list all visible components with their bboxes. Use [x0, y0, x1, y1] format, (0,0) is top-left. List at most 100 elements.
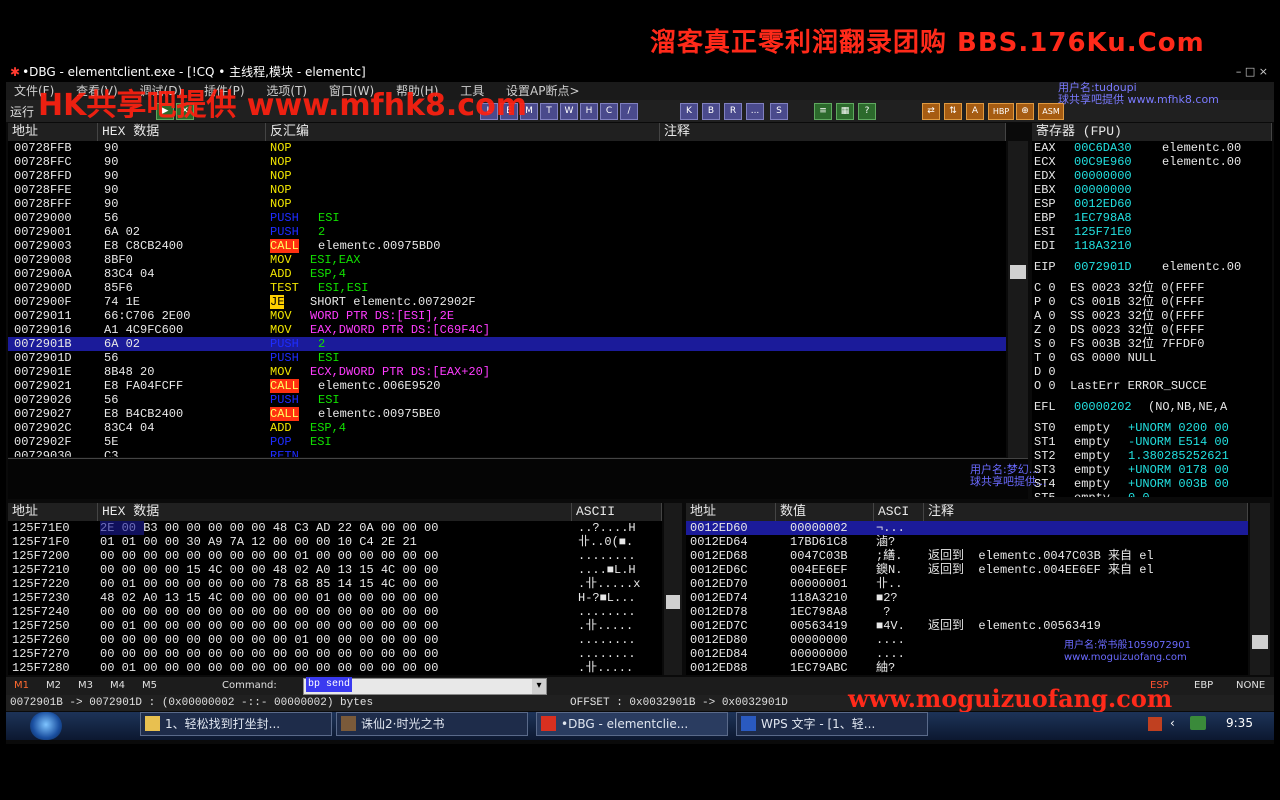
dump-row[interactable]: 125F7250 00 01 00 00 00 00 00 00 00 00 00…	[8, 619, 662, 633]
disasm-row[interactable]: 00729027 E8 B4CB2400 CALL elementc.00975BE0	[8, 407, 1006, 421]
cpu-disassembly-pane[interactable]: 00728FFB 90 NOP 00728FFC 90 NOP 00728FFD 90 NOP 0…	[8, 141, 1006, 457]
clock[interactable]: 9:35	[1226, 716, 1253, 730]
dump-header-address[interactable]: 地址	[8, 503, 98, 521]
ebp-button[interactable]: EBP	[1194, 677, 1213, 695]
disasm-row[interactable]: 00729011 66:C706 2E00 MOV WORD PTR DS:[ESI]…	[8, 309, 1006, 323]
dump-header-hex[interactable]: HEX 数据	[98, 503, 572, 521]
dump-row[interactable]: 125F7200 00 00 00 00 00 00 00 00 00 01 00…	[8, 549, 662, 563]
close-icon[interactable]: ×	[1259, 65, 1268, 78]
register-row[interactable]: EDX 00000000	[1032, 169, 1272, 183]
register-row[interactable]: ECX 00C9E960 elementc.00	[1032, 155, 1272, 169]
dump-row[interactable]: 125F7210 00 00 00 00 15 4C 00 00 48 02 A0…	[8, 563, 662, 577]
plugin-icon-3[interactable]: A	[966, 103, 984, 120]
taskbar-item-folder[interactable]: 1、轻松找到打坐封...	[140, 712, 332, 736]
plugin-icon-2[interactable]: ⇅	[944, 103, 962, 120]
plugin-icon-1[interactable]: ⇄	[922, 103, 940, 120]
dump-row[interactable]: 125F7220 00 01 00 00 00 00 00 00 78 68 85…	[8, 577, 662, 591]
grid-icon[interactable]: ▦	[836, 103, 854, 120]
m3-button[interactable]: M3	[78, 677, 93, 695]
efl-row[interactable]: EFL 00000202 (NO,NB,NE,A	[1032, 400, 1272, 414]
plugin-icon-4[interactable]: ⊕	[1016, 103, 1034, 120]
command-input[interactable]: bp send ▾	[303, 677, 547, 695]
window-controls[interactable]: – □ ×	[1236, 62, 1268, 82]
disasm-row[interactable]: 00729001 6A 02 PUSH 2	[8, 225, 1006, 239]
fpu-row[interactable]: ST2 empty 1.380285252621	[1032, 449, 1272, 463]
toolbar-btn-s[interactable]: S	[770, 103, 788, 120]
eip-row[interactable]: EIP 0072901D elementc.00	[1032, 260, 1272, 274]
minimize-icon[interactable]: –	[1236, 65, 1242, 78]
stack-scroll-thumb[interactable]	[1252, 635, 1268, 649]
dump-row[interactable]: 125F7240 00 00 00 00 00 00 00 00 00 00 00…	[8, 605, 662, 619]
flag-row[interactable]: S 0 FS 003B 32位 7FFDF0	[1034, 337, 1204, 351]
disasm-row[interactable]: 0072902F 5E POP ESI	[8, 435, 1006, 449]
disasm-row[interactable]: 00728FFB 90 NOP	[8, 141, 1006, 155]
disasm-row[interactable]: 0072901E 8B48 20 MOV ECX,DWORD PTR DS:[EAX+…	[8, 365, 1006, 379]
register-row[interactable]: EAX 00C6DA30 elementc.00	[1032, 141, 1272, 155]
disasm-row[interactable]: 00729003 E8 C8CB2400 CALL elementc.00975BD0	[8, 239, 1006, 253]
flag-row[interactable]: P 0 CS 001B 32位 0(FFFF	[1034, 295, 1204, 309]
stack-row[interactable]: 0012ED6C 004EE6EF 鐭N. 返回到 elementc.004EE6EF…	[686, 563, 1248, 577]
m2-button[interactable]: M2	[46, 677, 61, 695]
disasm-row[interactable]: 00729030 C3 RETN	[8, 449, 1006, 457]
disasm-row[interactable]: 0072900D 85F6 TEST ESI,ESI	[8, 281, 1006, 295]
help-icon[interactable]: ?	[858, 103, 876, 120]
m4-button[interactable]: M4	[110, 677, 125, 695]
toolbar-btn-w[interactable]: W	[560, 103, 578, 120]
stack-row[interactable]: 0012ED78 1EC798A8 ?	[686, 605, 1248, 619]
disasm-row[interactable]: 0072901B 6A 02 PUSH 2	[8, 337, 1006, 351]
taskbar-item-game[interactable]: 诛仙2·时光之书	[336, 712, 528, 736]
stack-header-ascii[interactable]: ASCI	[874, 503, 924, 521]
hbp-icon[interactable]: HBP	[988, 103, 1014, 120]
none-button[interactable]: NONE	[1236, 677, 1265, 695]
register-row[interactable]: EDI 118A3210	[1032, 239, 1272, 253]
toolbar-btn-k[interactable]: K	[680, 103, 698, 120]
stack-header-value[interactable]: 数值	[776, 503, 874, 521]
stack-row[interactable]: 0012ED74 118A3210 ■2?	[686, 591, 1248, 605]
cpu-header-address[interactable]: 地址	[8, 123, 98, 141]
stack-row[interactable]: 0012ED70 00000001 卝..	[686, 577, 1248, 591]
toolbar-btn-r[interactable]: R	[724, 103, 742, 120]
disasm-row[interactable]: 00729021 E8 FA04FCFF CALL elementc.006E9520	[8, 379, 1006, 393]
stack-row[interactable]: 0012ED60 00000002 ¬...	[686, 521, 1248, 535]
register-row[interactable]: EBX 00000000	[1032, 183, 1272, 197]
dump-scrollbar[interactable]	[664, 503, 682, 675]
memory-dump-pane[interactable]: 125F71E0 2E 00 B3 00 00 00 00 00 48 C3 AD…	[8, 521, 662, 675]
flag-row[interactable]: C 0 ES 0023 32位 0(FFFF	[1034, 281, 1204, 295]
network-icon[interactable]	[1190, 716, 1206, 730]
stack-row[interactable]: 0012ED7C 00563419 ■4V. 返回到 elementc.0056341…	[686, 619, 1248, 633]
m1-button[interactable]: M1	[14, 677, 29, 695]
cpu-header-hex[interactable]: HEX 数据	[98, 123, 266, 141]
m5-button[interactable]: M5	[142, 677, 157, 695]
dump-row[interactable]: 125F7230 48 02 A0 13 15 4C 00 00 00 00 01…	[8, 591, 662, 605]
registers-header[interactable]: 寄存器 (FPU)	[1032, 123, 1272, 141]
disasm-row[interactable]: 00729026 56 PUSH ESI	[8, 393, 1006, 407]
flag-row[interactable]: A 0 SS 0023 32位 0(FFFF	[1034, 309, 1204, 323]
stack-row[interactable]: 0012ED64 17BD61C8 滷?	[686, 535, 1248, 549]
cpu-header-comment[interactable]: 注释	[660, 123, 1006, 141]
tray-chevron-icon[interactable]: ‹	[1170, 716, 1175, 730]
fpu-row[interactable]: ST0 empty +UNORM 0200 00	[1032, 421, 1272, 435]
dump-scroll-thumb[interactable]	[666, 595, 680, 609]
chevron-down-icon[interactable]: ▾	[532, 679, 546, 694]
toolbar-btn-t[interactable]: T	[540, 103, 558, 120]
fpu-row[interactable]: ST4 empty +UNORM 003B 00	[1032, 477, 1272, 491]
disasm-row[interactable]: 00729000 56 PUSH ESI	[8, 211, 1006, 225]
toolbar-btn-b[interactable]: B	[702, 103, 720, 120]
toolbar-btn-dots[interactable]: ...	[746, 103, 764, 120]
register-row[interactable]: ESP 0012ED60	[1032, 197, 1272, 211]
fpu-row[interactable]: ST5 empty 0.0	[1032, 491, 1272, 497]
cpu-header-disasm[interactable]: 反汇编	[266, 123, 660, 141]
dump-row[interactable]: 125F71F0 01 01 00 00 30 A9 7A 12 00 00 00…	[8, 535, 662, 549]
flag-row[interactable]: Z 0 DS 0023 32位 0(FFFF	[1034, 323, 1204, 337]
register-row[interactable]: EBP 1EC798A8	[1032, 211, 1272, 225]
fpu-row[interactable]: ST3 empty +UNORM 0178 00	[1032, 463, 1272, 477]
stack-scrollbar[interactable]	[1250, 503, 1270, 675]
fpu-row[interactable]: ST1 empty -UNORM E514 00	[1032, 435, 1272, 449]
stack-header-comment[interactable]: 注释	[924, 503, 1248, 521]
cpu-scroll-thumb[interactable]	[1010, 265, 1026, 279]
maximize-icon[interactable]: □	[1245, 65, 1255, 78]
disasm-row[interactable]: 0072902C 83C4 04 ADD ESP,4	[8, 421, 1006, 435]
tray-icon[interactable]	[1148, 717, 1162, 731]
disasm-row[interactable]: 00728FFD 90 NOP	[8, 169, 1006, 183]
toolbar-btn-slash[interactable]: /	[620, 103, 638, 120]
